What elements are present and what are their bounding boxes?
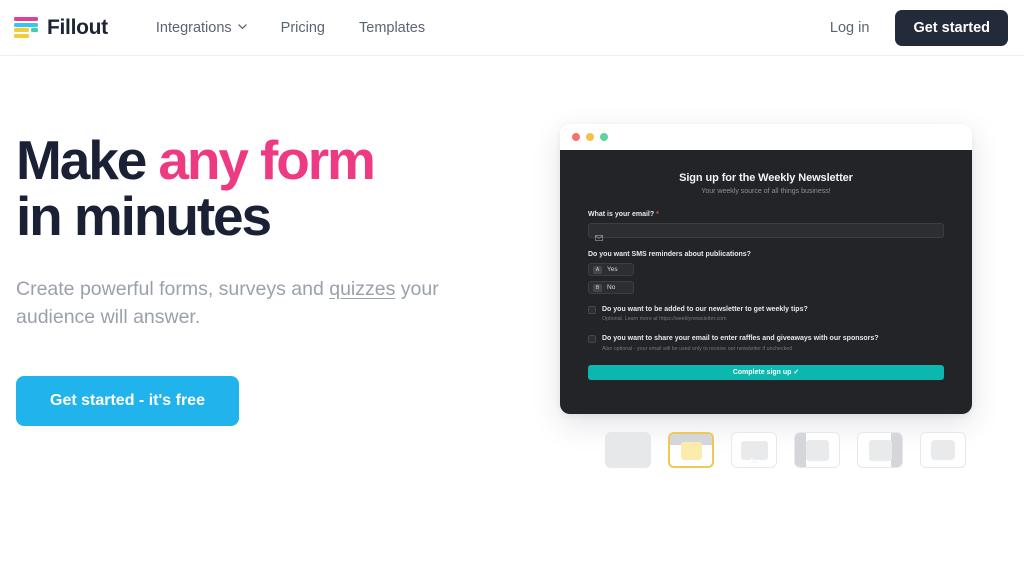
required-marker: * — [656, 211, 659, 218]
fillout-logo-bars-icon — [14, 17, 38, 38]
checkbox-newsletter[interactable] — [588, 306, 596, 314]
nav-link-templates[interactable]: Templates — [359, 20, 425, 36]
envelope-icon — [595, 228, 603, 241]
layout-thumbnail-split-right[interactable] — [857, 432, 903, 468]
thumbnail-card — [680, 442, 702, 460]
thumbnail-center-box — [931, 440, 955, 460]
thumbnail-image-area — [740, 440, 768, 463]
checkbox-sponsors-text: Do you want to share your email to enter… — [602, 334, 879, 352]
subhead-before: Create powerful forms, surveys and — [16, 278, 330, 301]
email-field-label-text: What is your email? — [588, 211, 655, 218]
subhead-rotating-word: quizzes — [329, 278, 396, 301]
hero-preview: Sign up for the Weekly Newsletter Your w… — [560, 56, 1024, 468]
hero-copy: Make any form in minutes Create powerful… — [0, 56, 560, 426]
checkbox-row-newsletter[interactable]: Do you want to be added to our newslette… — [588, 305, 944, 323]
window-titlebar — [560, 124, 972, 150]
nav-link-pricing[interactable]: Pricing — [281, 20, 325, 36]
nav-actions: Log in Get started — [830, 9, 1008, 46]
thumbnail-content-box — [868, 439, 892, 461]
headline-line2: in minutes — [16, 185, 272, 248]
checkbox-newsletter-text: Do you want to be added to our newslette… — [602, 305, 808, 323]
choice-option-yes[interactable]: A Yes — [588, 263, 634, 276]
checkbox-sponsors[interactable] — [588, 335, 596, 344]
nav-links: Integrations Pricing Templates — [156, 20, 425, 36]
thumbnail-content-box — [805, 439, 829, 461]
layout-thumbnail-centered[interactable] — [920, 432, 966, 468]
hero-section: Make any form in minutes Create powerful… — [0, 56, 1024, 468]
nav-link-integrations-label: Integrations — [155, 19, 232, 36]
headline-line1-plain: Make — [16, 129, 159, 191]
nav-link-pricing-label: Pricing — [280, 19, 325, 36]
layout-thumbnail-split-left[interactable] — [794, 432, 840, 468]
brand-name: Fillout — [47, 15, 108, 39]
checkbox-newsletter-help: Optional. Learn more at https://weeklyne… — [602, 316, 727, 323]
login-link[interactable]: Log in — [830, 20, 870, 36]
form-preview-window: Sign up for the Weekly Newsletter Your w… — [560, 124, 972, 414]
checkbox-newsletter-label: Do you want to be added to our newslette… — [602, 306, 808, 313]
sms-question-label: Do you want SMS reminders about publicat… — [588, 251, 751, 258]
nav-link-integrations[interactable]: Integrations — [156, 20, 247, 36]
thumbnail-left-panel — [795, 433, 806, 467]
nav-link-templates-label: Templates — [359, 19, 426, 36]
hero-get-started-button[interactable]: Get started - it's free — [16, 375, 239, 426]
layout-thumbnail-plain[interactable] — [605, 432, 651, 468]
checkbox-sponsors-help: Also optional - your email will be used … — [602, 345, 793, 352]
mountain-image-icon — [747, 451, 761, 463]
layout-thumbnail-card-top[interactable] — [668, 432, 714, 468]
brand-logo[interactable]: Fillout — [14, 16, 108, 40]
choice-option-no[interactable]: B No — [588, 281, 634, 294]
hero-subheading: Create powerful forms, surveys and quizz… — [16, 276, 446, 331]
form-title: Sign up for the Weekly Newsletter — [679, 172, 853, 184]
choice-key-badge-b: B — [593, 283, 602, 292]
window-minimize-dot-icon[interactable] — [586, 133, 594, 141]
form-subtitle: Your weekly source of all things busines… — [701, 188, 831, 195]
layout-thumbnail-picker — [605, 432, 966, 468]
checkbox-row-sponsors[interactable]: Do you want to share your email to enter… — [588, 334, 944, 352]
chevron-down-icon — [237, 22, 247, 31]
headline-accent: any form — [158, 129, 376, 191]
window-maximize-dot-icon[interactable] — [600, 133, 608, 141]
email-field-label: What is your email? * — [588, 211, 944, 218]
choice-key-badge-a: A — [593, 265, 602, 274]
email-field[interactable] — [588, 223, 944, 241]
complete-signup-button[interactable]: Complete sign up ✓ — [588, 364, 944, 380]
layout-thumbnail-image[interactable] — [731, 432, 777, 468]
window-close-dot-icon[interactable] — [572, 133, 580, 141]
thumbnail-right-panel — [891, 433, 902, 467]
choice-label-yes: Yes — [607, 266, 618, 273]
choice-label-no: No — [607, 284, 616, 291]
form-preview-body: Sign up for the Weekly Newsletter Your w… — [560, 150, 972, 414]
get-started-button[interactable]: Get started — [895, 9, 1008, 46]
checkbox-sponsors-label: Do you want to share your email to enter… — [602, 335, 879, 343]
page-title: Make any form in minutes — [16, 132, 560, 244]
top-navbar: Fillout Integrations Pricing Templates L… — [0, 0, 1024, 56]
